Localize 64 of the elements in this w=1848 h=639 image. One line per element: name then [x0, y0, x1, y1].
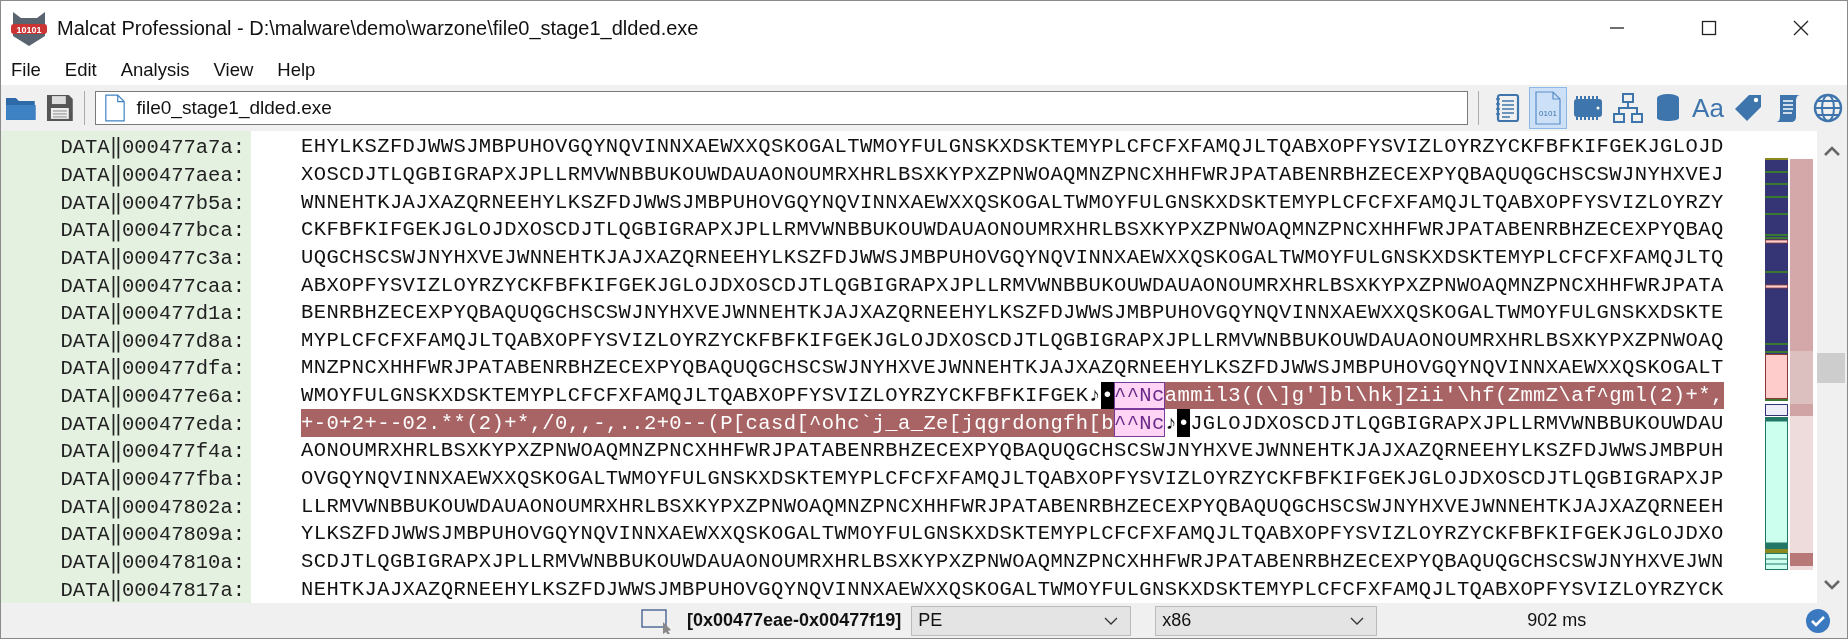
data-text: BENRBHZECEXPYQBAQUQGCHSCSWJNYHXVEJWNNEHTKJAJXAZQRNEEHYLKSZFDJWWSJMBPUHOVGQYNQVINNXAEWXXQSKOGALTWMOYFULGNSKXDSKTE — [301, 300, 1724, 327]
menu-item[interactable]: Edit — [62, 59, 99, 81]
close-icon[interactable] — [1791, 18, 1811, 38]
address-label: DATA‖000477d8a: — [59, 328, 246, 353]
analysis-time: 902 ms — [1527, 610, 1588, 631]
address-label: DATA‖000477eda: — [59, 411, 246, 436]
address-label: DATA‖00047810a: — [59, 549, 246, 574]
data-text: MNZPNCXHHFWRJPATABENRBHZECEXPYQBAQUQGCHSCSWJNYHXVEJWNNEHTKJAJXAZQRNEEHYLKSZFDJWWSJMBPUHOVGQYNQVINNXAEWXXQSKOGALT — [301, 355, 1724, 382]
scroll-up-icon[interactable] — [1822, 145, 1842, 157]
selected-text: ammil3((\]g']bl\hk]Zii'\hf(ZmmZ\af^gml(2)+*, — [1164, 381, 1724, 410]
data-text: LLRMVWNBBUKOUWDAUAONOUMRXHRLBSXKYPXZPNWOAQMNZPNCXHHFWRJPATABENRBHZECEXPYQBAQUQGCHSCSWJNYHXVEJWNNEHTKJAJXAZQRNEEH — [301, 493, 1724, 520]
control-char: • — [1101, 381, 1114, 410]
marker-text: ^^Nc — [1113, 381, 1165, 410]
window-title: Malcat Professional - D:\malware\demo\warzone\file0_stage1_dlded.exe — [57, 16, 699, 40]
scroll-down-icon[interactable] — [1822, 579, 1842, 591]
marker-text: ^^Nc — [1113, 409, 1165, 438]
data-text: WMOYFULGNSKXDSKTEMYPLCFCFXFAMQJLTQABXOPFYSVIZLOYRZYCKFBFKIFGEK♪ — [301, 383, 1102, 410]
address-label: DATA‖000477e6a: — [59, 384, 246, 409]
menu-item[interactable]: Analysis — [118, 59, 192, 81]
address-label: DATA‖000477c3a: — [59, 245, 246, 270]
format-dropdown[interactable]: PE — [911, 605, 1132, 636]
selected-text: +-0+2+--02.**(2)+*,/0,,-,..2+0--(P[casd[^ohc`j_a_Ze[jqgrdongfh[b — [301, 409, 1114, 438]
data-text: XOSCDJTLQGBIGRAPXJPLLRMVWNBBUKOUWDAUAONOUMRXHRLBSXKYPXZPNWOAQMNZPNCXHHFWRJPATABENRBHZECEXPYQBAQUQGCHSCSWJNYHXVEJ — [301, 161, 1724, 188]
data-text: ♪ — [1164, 410, 1178, 437]
selection-icon[interactable] — [641, 607, 673, 634]
menu-item[interactable]: View — [211, 59, 256, 81]
maximize-icon[interactable] — [1699, 18, 1719, 38]
menu-item[interactable]: Help — [275, 59, 318, 81]
address-label: DATA‖000477fba: — [59, 467, 246, 491]
caret-icon — [1104, 616, 1119, 625]
address-label: DATA‖000477dfa: — [59, 356, 246, 381]
address-label: DATA‖00047802a: — [59, 494, 246, 519]
data-text: AONOUMRXHRLBSXKYPXZPNWOAQMNZPNCXHHFWRJPATABENRBHZECEXPYQBAQUQGCHSCSWJNYHXVEJWNNEHTKJAJXAZQRNEEHYLKSZFDJWWSJMBPUH — [301, 438, 1724, 465]
address-label: DATA‖00047809a: — [59, 522, 246, 547]
address-label: DATA‖00047817a: — [59, 577, 246, 602]
file-path-field[interactable]: file0_stage1_dlded.exe — [95, 91, 1468, 125]
address-label: DATA‖000477caa: — [59, 273, 246, 298]
data-text: WNNEHTKJAJXAZQRNEEHYLKSZFDJWWSJMBPUHOVGQYNQVINNXAEWXXQSKOGALTWMOYFULGNSKXDSKTEMYPLCFCFXFAMQJLTQABXOPFYSVIZLOYRZY — [301, 189, 1724, 216]
data-text: MYPLCFCFXFAMQJLTQABXOPFYSVIZLOYRZYCKFBFKIFGEKJGLOJDXOSCDJTLQGBIGRAPXJPLLRMVWNBBUKOUWDAUAONOUMRXHRLBSXKYPXZPNWOAQ — [301, 327, 1724, 354]
address-label: DATA‖000477aea: — [59, 162, 246, 187]
selection-range: [0x00477eae-0x00477f19] — [687, 610, 902, 631]
address-label: DATA‖000477bca: — [59, 218, 246, 243]
data-text: JGLOJDXOSCDJTLQGBIGRAPXJPLLRMVWNBBUKOUWDAU — [1190, 410, 1724, 437]
file-icon — [104, 94, 127, 122]
check-icon — [1805, 607, 1831, 634]
data-text: ABXOPFYSVIZLOYRZYCKFBFKIFGEKJGLOJDXOSCDJTLQGBIGRAPXJPLLRMVWNBBUKOUWDAUAONOUMRXHRLBSXKYPXZPNWOAQMNZPNCXHHFWRJPATA — [301, 272, 1724, 299]
control-char: • — [1177, 409, 1191, 438]
save-icon[interactable] — [44, 93, 75, 123]
scrollbar-thumb[interactable] — [1817, 353, 1845, 383]
architecture-dropdown[interactable]: x86 — [1155, 605, 1378, 636]
data-text: CKFBFKIFGEKJGLOJDXOSCDJTLQGBIGRAPXJPLLRMVWNBBUKOUWDAUAONOUMRXHRLBSXKYPXZPNWOAQMNZPNCXHHFWRJPATABENRBHZECEXPYQBAQ — [301, 217, 1724, 244]
caret-icon — [1350, 616, 1365, 625]
address-label: DATA‖000477f4a: — [59, 439, 246, 464]
address-label: DATA‖000477d1a: — [59, 301, 246, 326]
data-text: YLKSZFDJWWSJMBPUHOVGQYNQVINNXAEWXXQSKOGALTWMOYFULGNSKXDSKTEMYPLCFCFXFAMQJLTQABXOPFYSVIZLOYRZYCKFBFKIFGEKJGLOJDXO — [301, 521, 1724, 548]
data-text: SCDJTLQGBIGRAPXJPLLRMVWNBBUKOUWDAUAONOUMRXHRLBSXKYPXZPNWOAQMNZPNCXHHFWRJPATABENRBHZECEXPYQBAQUQGCHSCSWJNYHXVEJWN — [301, 548, 1724, 575]
data-text: EHYLKSZFDJWWSJMBPUHOVGQYNQVINNXAEWXXQSKOGALTWMOYFULGNSKXDSKTEMYPLCFCFXFAMQJLTQABXOPFYSVIZLOYRZYCKFBFKIFGEKJGLOJD — [301, 134, 1724, 161]
data-text: NEHTKJAJXAZQRNEEHYLKSZFDJWWSJMBPUHOVGQYNQVINNXAEWXXQSKOGALTWMOYFULGNSKXDSKTEMYPLCFCFXFAMQJLTQABXOPFYSVIZLOYRZYCK — [301, 576, 1724, 603]
address-label: DATA‖000477a7a: — [59, 135, 246, 160]
menu-item[interactable]: File — [9, 59, 43, 81]
address-label: DATA‖000477b5a: — [59, 190, 246, 215]
data-text: OVGQYNQVINNXAEWXXQSKOGALTWMOYFULGNSKXDSKTEMYPLCFCFXFAMQJLTQABXOPFYSVIZLOYRZYCKFBFKIFGEKJGLOJDXOSCDJTLQGBIGRAPXJP — [301, 466, 1724, 492]
data-text: UQGCHSCSWJNYHXVEJWNNEHTKJAJXAZQRNEEHYLKSZFDJWWSJMBPUHOVGQYNQVINNXAEWXXQSKOGALTWMOYFULGNSKXDSKTEMYPLCFCFXFAMQJLTQ — [301, 244, 1724, 271]
binary-file-icon[interactable]: 0101 — [1529, 87, 1567, 129]
